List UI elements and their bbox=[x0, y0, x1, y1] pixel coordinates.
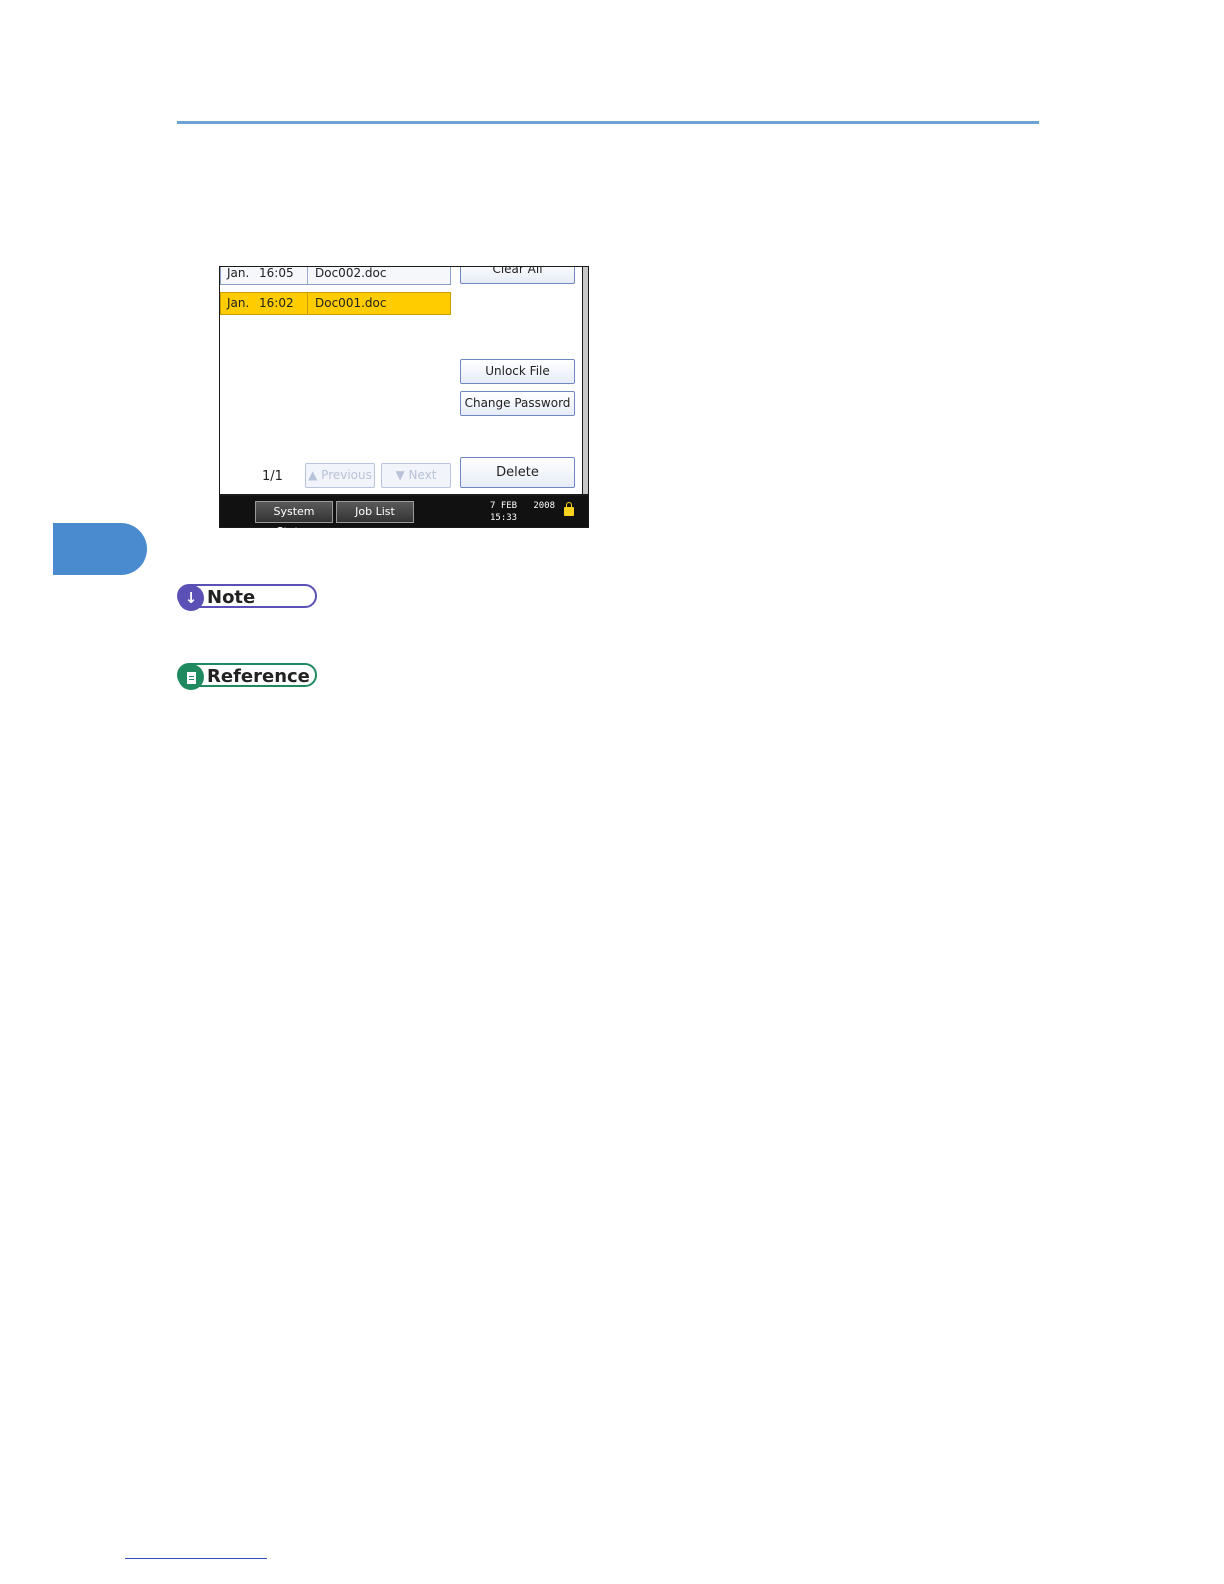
next-label: Next bbox=[408, 468, 437, 482]
lock-icon bbox=[564, 502, 574, 516]
footer-link-underline bbox=[125, 1558, 267, 1559]
date-time-display: 7 FEB 2008 15:33 bbox=[490, 500, 555, 524]
up-arrow-icon: ▲ bbox=[308, 468, 318, 482]
control-panel-screenshot: Jan. 16:05 Doc002.doc Jan. 16:02 Doc001.… bbox=[219, 266, 589, 538]
file-time: 16:05 bbox=[259, 267, 294, 280]
time-text: 15:33 bbox=[490, 513, 518, 523]
page-indicator: 1/1 bbox=[262, 469, 283, 484]
previous-label: Previous bbox=[321, 468, 372, 482]
date-text: 7 FEB 2008 bbox=[490, 501, 556, 511]
file-row-doc001-selected[interactable]: Jan. 16:02 Doc001.doc bbox=[220, 292, 451, 315]
delete-button[interactable]: Delete bbox=[460, 457, 575, 488]
column-divider bbox=[307, 267, 308, 284]
down-arrow-icon: ↓ bbox=[178, 585, 204, 611]
chapter-tab bbox=[53, 523, 147, 575]
note-label: ↓ Note bbox=[177, 584, 317, 611]
column-divider bbox=[307, 293, 308, 314]
screen-body: Jan. 16:05 Doc002.doc Jan. 16:02 Doc001.… bbox=[220, 267, 582, 494]
file-month: Jan. bbox=[227, 296, 250, 310]
file-name: Doc001.doc bbox=[315, 296, 387, 310]
unlock-file-button[interactable]: Unlock File bbox=[460, 359, 575, 384]
previous-button[interactable]: ▲ Previous bbox=[305, 463, 375, 488]
reference-label-text: Reference bbox=[207, 666, 310, 687]
file-month: Jan. bbox=[227, 267, 250, 280]
file-time: 16:02 bbox=[259, 296, 294, 310]
file-row-doc002[interactable]: Jan. 16:05 Doc002.doc bbox=[220, 267, 451, 285]
screen-scroll-edge bbox=[583, 267, 588, 494]
header-rule bbox=[177, 121, 1039, 124]
clear-all-button[interactable]: Clear All bbox=[460, 267, 575, 284]
job-list-button[interactable]: Job List bbox=[336, 501, 414, 523]
change-password-button[interactable]: Change Password bbox=[460, 391, 575, 416]
note-label-text: Note bbox=[207, 587, 256, 608]
reference-label: Reference bbox=[177, 663, 317, 690]
taskbar: System Status Job List 7 FEB 2008 15:33 bbox=[220, 496, 588, 538]
system-status-button[interactable]: System Status bbox=[255, 501, 333, 538]
document-icon bbox=[178, 664, 204, 690]
next-button[interactable]: ▼ Next bbox=[381, 463, 451, 488]
file-name: Doc002.doc bbox=[315, 267, 387, 280]
down-arrow-icon: ▼ bbox=[395, 468, 405, 482]
